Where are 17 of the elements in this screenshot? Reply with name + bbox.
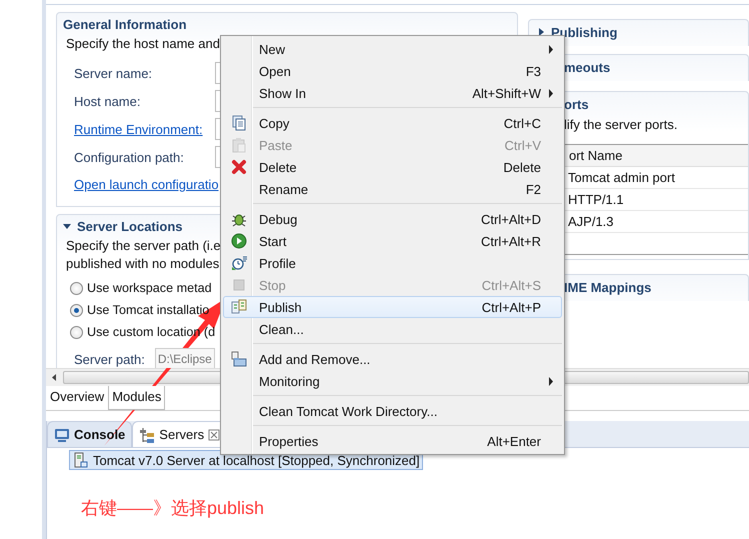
radio-label: Use Tomcat installatio (87, 303, 210, 317)
section-title: IME Mappings (564, 280, 652, 294)
annotation-text: 右键——》选择publish (81, 497, 266, 520)
field-label: Server path: (74, 352, 145, 366)
section-title: orts (564, 96, 589, 112)
field-label: Server name: (74, 66, 154, 80)
section-description: Specify the server path (i.e (65, 237, 221, 255)
field-label: Host name: (74, 94, 142, 108)
radio-label: Use workspace metad (87, 281, 212, 295)
section-description: Specify the host name and (65, 35, 220, 53)
section-title: General Information (63, 16, 187, 32)
section-description: published with no modules (65, 255, 220, 273)
tab-label: Servers (159, 427, 204, 442)
section-title: meouts (564, 60, 610, 74)
section-title: Publishing (551, 24, 618, 40)
section-title: Server Locations (77, 218, 182, 234)
field-label: Configuration path: (74, 150, 185, 164)
